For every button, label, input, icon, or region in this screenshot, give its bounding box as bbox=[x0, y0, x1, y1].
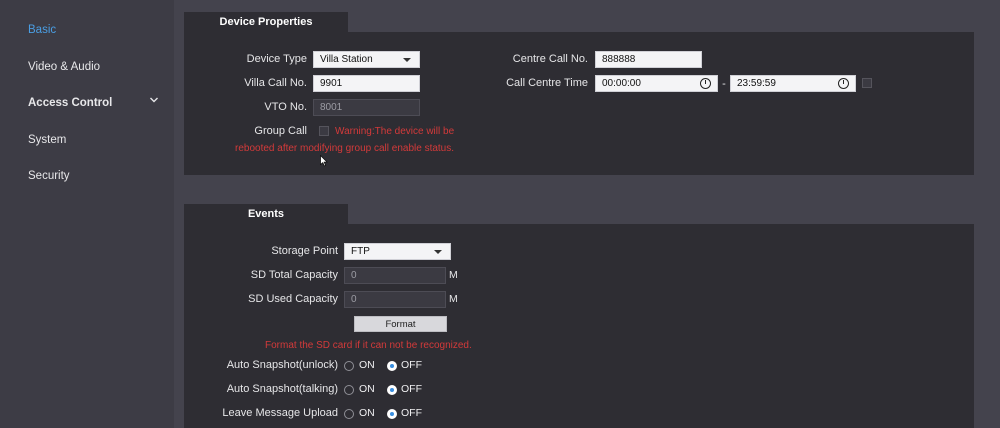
sidebar-item-basic[interactable]: Basic bbox=[28, 24, 56, 36]
time-start-input[interactable]: 00:00:00 bbox=[595, 75, 718, 92]
format-button[interactable]: Format bbox=[354, 316, 447, 332]
time-end-input[interactable]: 23:59:59 bbox=[730, 75, 856, 92]
time-end-value: 23:59:59 bbox=[737, 78, 776, 89]
sd-total-label: SD Total Capacity bbox=[250, 269, 338, 281]
device-type-label: Device Type bbox=[246, 53, 307, 65]
on-label: ON bbox=[359, 407, 375, 419]
vto-no-label: VTO No. bbox=[264, 101, 307, 113]
sidebar-item-video-audio[interactable]: Video & Audio bbox=[28, 61, 100, 73]
tab-events: Events bbox=[184, 204, 348, 224]
villa-call-label: Villa Call No. bbox=[244, 77, 307, 89]
sd-used-unit: M bbox=[449, 293, 458, 305]
time-separator: - bbox=[722, 78, 726, 90]
device-type-value: Villa Station bbox=[320, 54, 373, 65]
call-centre-time-checkbox[interactable] bbox=[862, 78, 872, 88]
auto-snapshot-talking-on-radio[interactable] bbox=[344, 385, 354, 395]
group-call-label: Group Call bbox=[254, 125, 307, 137]
sd-total-unit: M bbox=[449, 269, 458, 281]
centre-call-label: Centre Call No. bbox=[512, 53, 588, 65]
leave-message-upload-off-radio[interactable] bbox=[387, 409, 397, 419]
group-call-warning-line2: rebooted after modifying group call enab… bbox=[235, 143, 455, 154]
chevron-down-icon[interactable] bbox=[150, 96, 158, 104]
sd-used-input[interactable]: 0 bbox=[344, 291, 446, 308]
vto-no-input[interactable]: 8001 bbox=[313, 99, 420, 116]
storage-point-value: FTP bbox=[351, 246, 370, 257]
group-call-checkbox[interactable] bbox=[319, 126, 329, 136]
storage-point-label: Storage Point bbox=[271, 245, 338, 257]
auto-snapshot-unlock-label: Auto Snapshot(unlock) bbox=[226, 359, 338, 371]
storage-point-select[interactable]: FTP bbox=[344, 243, 451, 260]
on-label: ON bbox=[359, 383, 375, 395]
sidebar-item-system[interactable]: System bbox=[28, 134, 66, 146]
device-type-select[interactable]: Villa Station bbox=[313, 51, 420, 68]
auto-snapshot-talking-label: Auto Snapshot(talking) bbox=[226, 383, 338, 395]
mouse-cursor-icon bbox=[320, 155, 328, 167]
sidebar-item-security[interactable]: Security bbox=[28, 170, 70, 182]
auto-snapshot-talking-off-radio[interactable] bbox=[387, 385, 397, 395]
on-label: ON bbox=[359, 359, 375, 371]
off-label: OFF bbox=[401, 359, 422, 371]
villa-call-input[interactable]: 9901 bbox=[313, 75, 420, 92]
tab-device-properties: Device Properties bbox=[184, 12, 348, 32]
format-warning: Format the SD card if it can not be reco… bbox=[265, 340, 472, 351]
sidebar: Basic Video & Audio Access Control Syste… bbox=[0, 0, 174, 428]
auto-snapshot-unlock-on-radio[interactable] bbox=[344, 361, 354, 371]
centre-call-input[interactable]: 888888 bbox=[595, 51, 702, 68]
group-call-warning-line1: Warning:The device will be bbox=[335, 126, 455, 137]
clock-icon[interactable] bbox=[700, 78, 711, 89]
call-centre-time-label: Call Centre Time bbox=[506, 77, 588, 89]
leave-message-upload-on-radio[interactable] bbox=[344, 409, 354, 419]
off-label: OFF bbox=[401, 407, 422, 419]
sidebar-item-access-control[interactable]: Access Control bbox=[28, 97, 112, 109]
clock-icon[interactable] bbox=[838, 78, 849, 89]
dropdown-caret-icon bbox=[403, 58, 411, 62]
sd-total-input[interactable]: 0 bbox=[344, 267, 446, 284]
sd-used-label: SD Used Capacity bbox=[248, 293, 338, 305]
dropdown-caret-icon bbox=[434, 250, 442, 254]
auto-snapshot-unlock-off-radio[interactable] bbox=[387, 361, 397, 371]
leave-message-upload-label: Leave Message Upload bbox=[222, 407, 338, 419]
off-label: OFF bbox=[401, 383, 422, 395]
time-start-value: 00:00:00 bbox=[602, 78, 641, 89]
